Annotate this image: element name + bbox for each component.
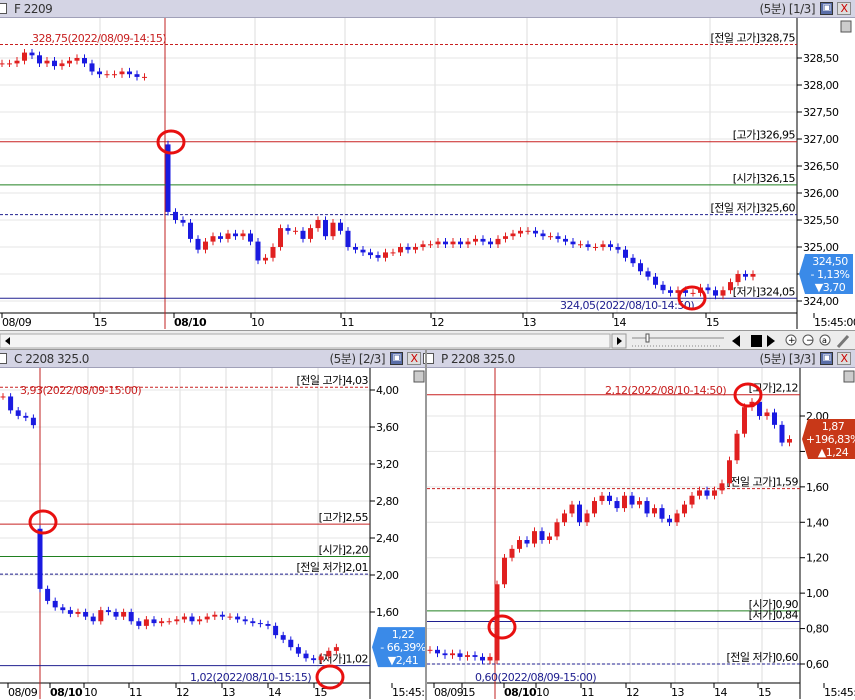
candle-up (494, 584, 500, 661)
candle-down (457, 653, 463, 657)
candle-down (442, 653, 448, 656)
candle-up (465, 655, 470, 657)
x-axis-tick-label: 15 (758, 686, 771, 699)
candle-up (637, 501, 642, 505)
y-axis-tick-label: 1,20 (806, 552, 829, 565)
candle-down (704, 490, 710, 496)
candle-up (697, 490, 702, 496)
candle-up (622, 495, 627, 509)
y-axis-tick-label: 0,80 (806, 623, 829, 636)
y-axis-tick-label: 1,00 (806, 587, 829, 600)
change-percent: +196,83% (806, 433, 855, 446)
put-option-chart: 2,001,801,601,401,201,000,800,6008/09150… (427, 368, 855, 699)
candle-down (644, 501, 650, 514)
y-axis-tick-label: 0,60 (806, 658, 829, 671)
candle-down (607, 495, 612, 502)
reference-label-prev-low: [전일 저가]0,60 (726, 650, 798, 664)
candle-up (532, 531, 537, 544)
candle-down (435, 649, 440, 654)
x-axis-tick-label: 11 (581, 686, 594, 699)
x-axis-tick-label: 08/09 (434, 686, 464, 699)
candle-up (734, 433, 740, 461)
candle-up (712, 490, 717, 496)
candle-up (727, 460, 732, 484)
candle-up (599, 495, 605, 502)
reference-label-low: [저가]0,84 (749, 608, 799, 621)
candle-up (569, 504, 575, 514)
candle-up (517, 540, 522, 549)
candle-up (547, 536, 552, 540)
reference-label-prev-high: [전일 고가]1,59 (726, 475, 798, 489)
candle-down (539, 531, 545, 540)
x-axis-tick-label: 13 (671, 686, 684, 699)
candle-down (659, 508, 665, 519)
candle-up (562, 513, 567, 523)
candle-up (742, 407, 747, 434)
highlight-circle (487, 614, 517, 640)
candle-up (652, 508, 657, 514)
current-price: 1,87 (822, 420, 845, 433)
candle-down (779, 424, 785, 443)
high-annotation: 2,12(2022/08/10-14:50) (605, 384, 726, 397)
candle-up (682, 504, 687, 514)
candle-down (472, 655, 478, 657)
candle-down (772, 412, 777, 425)
y-axis-tick-label: 1,60 (806, 481, 829, 494)
x-axis-tick-label: 10 (536, 686, 549, 699)
candle-up (584, 513, 590, 523)
candle-down (629, 495, 635, 505)
x-axis-tick-label: 15:45:00 (824, 686, 855, 699)
candle-up (719, 483, 725, 491)
low-annotation: 0,60(2022/08/09-15:00) (475, 671, 596, 684)
x-axis-tick-label: 12 (626, 686, 639, 699)
candle-down (577, 504, 582, 523)
x-axis-tick-label: 08/10 (504, 686, 537, 699)
candle-down (614, 501, 620, 509)
candle-up (764, 412, 770, 416)
candle-down (480, 656, 485, 661)
candle-up (509, 548, 515, 558)
x-axis-tick-label: 15 (462, 686, 475, 699)
candle-up (674, 513, 680, 523)
candle-down (524, 540, 530, 544)
y-axis-tick-label: 1,40 (806, 516, 829, 529)
reference-label-high: [고가]2,12 (749, 382, 798, 395)
mode-toggle-button[interactable] (843, 370, 855, 383)
candle-up (450, 653, 455, 656)
candle-up (427, 649, 433, 651)
candle-down (667, 518, 672, 523)
change-amount: ▲1,24 (818, 446, 849, 459)
x-axis-tick-label: 14 (714, 686, 727, 699)
candle-up (592, 501, 597, 514)
candle-up (487, 656, 493, 661)
candle-up (689, 495, 695, 505)
candle-up (554, 522, 560, 537)
candle-up (787, 439, 792, 443)
candle-up (502, 557, 507, 585)
